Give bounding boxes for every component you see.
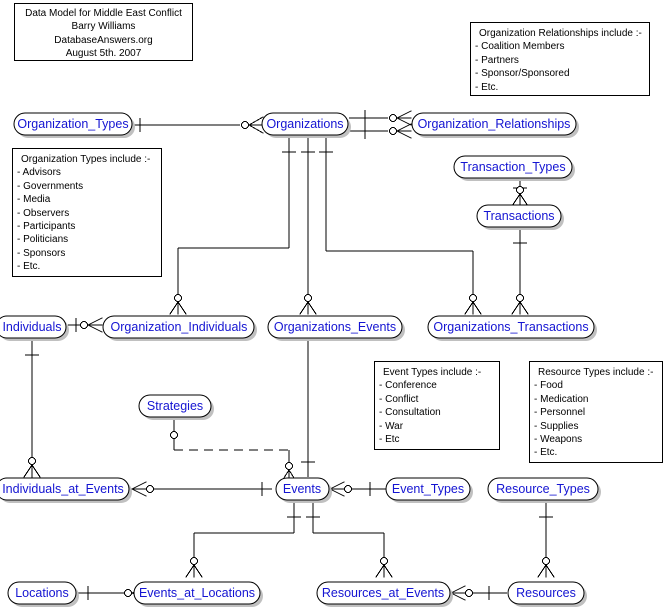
note-item: - Observers [17,207,70,219]
note-item: - Media [17,194,51,206]
entity-label: Individuals_at_Events [2,482,124,496]
event-types-note: Event Types include :- - Conference - Co… [374,361,500,450]
entity-label: Locations [15,586,69,600]
note-item: - Food [534,380,563,392]
title-line-3: DatabaseAnswers.org [54,34,153,46]
resource-types-note: Resource Types include :- - Food - Medic… [529,361,663,463]
entity-individuals-at-events[interactable]: Individuals_at_Events [0,477,132,503]
note-item: - Supplies [534,420,579,432]
entity-organizations-transactions[interactable]: Organizations_Transactions [427,315,597,341]
note-item: - Advisors [17,167,61,179]
entity-locations[interactable]: Locations [7,581,79,607]
er-diagram-canvas: Organization_Types Organizations Organiz… [0,0,665,613]
note-item: - Politicians [17,234,69,246]
note-item: - Governments [17,180,84,192]
entity-label: Individuals [2,320,61,334]
note-item: - Conflict [379,393,419,405]
entity-label: Organizations [266,117,343,131]
entity-resources[interactable]: Resources [507,581,587,607]
entity-label: Transactions [483,209,554,223]
note-item: - Weapons [534,434,583,446]
entity-individuals[interactable]: Individuals [0,315,69,341]
entity-events-at-locations[interactable]: Events_at_Locations [133,581,263,607]
note-item: - Consultation [379,407,441,419]
organization-types-note: Organization Types include :- - Advisors… [12,148,162,277]
note-heading: Organization Relationships include :- [479,28,642,39]
entity-resource-types[interactable]: Resource_Types [487,477,601,503]
entity-strategies[interactable]: Strategies [138,394,214,420]
entity-organization-individuals[interactable]: Organization_Individuals [102,315,257,341]
note-item: - Etc [379,434,400,446]
entity-label: Strategies [147,399,203,413]
entity-label: Transaction_Types [460,160,565,174]
note-item: - Etc. [475,81,499,93]
entity-label: Organizations_Events [274,320,396,334]
note-item: - Personnel [534,407,586,419]
title-line-4: August 5th. 2007 [65,48,142,60]
entity-label: Events_at_Locations [139,586,255,600]
note-item: - Participants [17,221,76,233]
entity-label: Event_Types [392,482,464,496]
entity-label: Organization_Relationships [418,117,571,131]
title-line-2: Barry Williams [71,21,136,33]
title-note: Data Model for Middle East Conflict Barr… [14,3,193,61]
entity-label: Resource_Types [496,482,590,496]
note-item: - Medication [534,393,589,405]
organization-relationships-note: Organization Relationships include :- - … [470,22,650,96]
note-item: - Sponsor/Sponsored [475,68,570,80]
note-heading: Organization Types include :- [21,154,151,165]
entity-event-types[interactable]: Event_Types [385,477,473,503]
note-item: - Etc. [534,447,558,459]
note-heading: Event Types include :- [383,367,482,378]
note-item: - War [379,420,404,432]
entity-organization-types[interactable]: Organization_Types [13,112,135,138]
entity-organization-relationships[interactable]: Organization_Relationships [411,112,579,138]
entity-label: Resources_at_Events [322,586,444,600]
entity-resources-at-events[interactable]: Resources_at_Events [316,581,453,607]
entity-events[interactable]: Events [275,477,332,503]
note-item: - Etc. [17,261,41,273]
entity-organizations-events[interactable]: Organizations_Events [267,315,405,341]
entity-label: Organization_Individuals [111,320,248,334]
entity-label: Events [283,482,321,496]
note-item: - Coalition Members [475,41,565,53]
entity-label: Organization_Types [17,117,128,131]
note-item: - Conference [379,380,437,392]
entity-transaction-types[interactable]: Transaction_Types [453,155,575,181]
note-item: - Partners [475,54,519,66]
entity-label: Organizations_Transactions [433,320,588,334]
note-item: - Sponsors [17,247,66,259]
entity-label: Resources [516,586,576,600]
entity-transactions[interactable]: Transactions [476,204,564,230]
note-heading: Resource Types include :- [538,367,654,378]
title-line-1: Data Model for Middle East Conflict [25,8,182,19]
entity-organizations[interactable]: Organizations [261,112,351,138]
